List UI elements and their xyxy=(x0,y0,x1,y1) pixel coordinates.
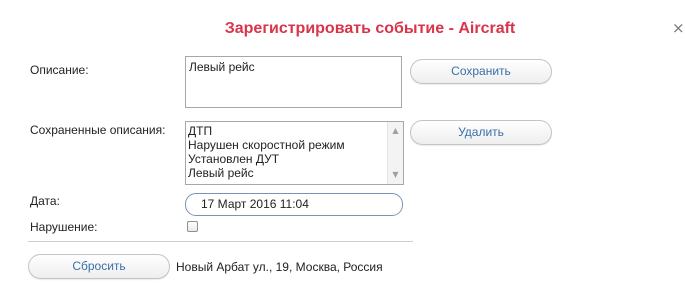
delete-button[interactable]: Удалить xyxy=(410,120,552,145)
scroll-down-icon[interactable]: ▼ xyxy=(388,168,403,182)
reset-button[interactable]: Сбросить xyxy=(28,254,170,279)
scroll-up-icon[interactable]: ▲ xyxy=(388,124,403,138)
violation-checkbox[interactable] xyxy=(187,221,198,232)
list-item[interactable]: Левый рейс xyxy=(188,166,385,180)
description-textarea[interactable]: Левый рейс xyxy=(185,56,402,108)
saved-descriptions-label: Сохраненные описания: xyxy=(30,123,166,137)
description-label: Описание: xyxy=(30,63,89,77)
list-item[interactable]: Установлен ДУТ xyxy=(188,152,385,166)
date-field[interactable]: 17 Март 2016 11:04 xyxy=(185,193,403,216)
dialog-title: Зарегистрировать событие - Aircraft xyxy=(224,20,516,37)
violation-label: Нарушение: xyxy=(30,220,98,234)
divider xyxy=(28,241,413,242)
saved-descriptions-list: ДТП Нарушен скоростной режим Установлен … xyxy=(188,124,385,180)
list-item[interactable]: ДТП xyxy=(188,124,385,138)
date-label: Дата: xyxy=(30,194,60,208)
address-text: Новый Арбат ул., 19, Москва, Россия xyxy=(176,260,383,274)
save-button[interactable]: Сохранить xyxy=(410,59,552,84)
close-icon[interactable]: × xyxy=(672,20,685,36)
register-event-dialog: Зарегистрировать событие - Aircraft × Оп… xyxy=(0,0,685,289)
listbox-scrollbar[interactable]: ▲ ▼ xyxy=(387,122,403,184)
saved-descriptions-listbox[interactable]: ДТП Нарушен скоростной режим Установлен … xyxy=(185,121,404,185)
list-item[interactable]: Нарушен скоростной режим xyxy=(188,138,385,152)
